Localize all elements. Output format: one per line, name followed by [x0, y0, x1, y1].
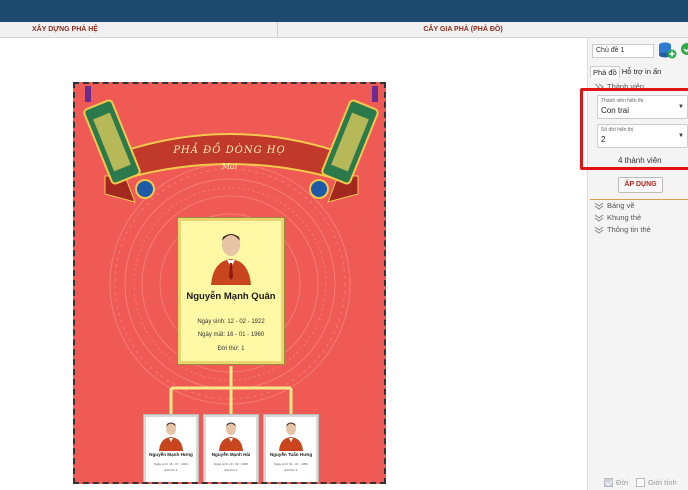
- database-add-icon[interactable]: [657, 41, 677, 59]
- person-avatar-icon: [159, 422, 183, 451]
- section-card-frame[interactable]: Khung thẻ: [594, 213, 641, 222]
- chevron-double-icon: [594, 202, 604, 210]
- chevron-double-icon: [594, 214, 604, 222]
- child-birth: Ngày sinh: 01 - 01 - 1950: [274, 462, 308, 466]
- person-avatar-icon: [205, 227, 257, 285]
- section-card-info-label: Thông tin thẻ: [607, 225, 651, 234]
- family-tree-poster[interactable]: PHẢ ĐỒ DÒNG HỌ Mai Nguyễn Mạnh Quân Ngày…: [73, 82, 386, 484]
- main-tabs: XÂY DỰNG PHẢ HỆ CÂY GIA PHẢ (PHẢ ĐỒ): [0, 22, 688, 38]
- root-member-name: Nguyễn Mạnh Quân: [186, 291, 276, 302]
- member-display-value: Con trai: [601, 106, 630, 115]
- child-generation: Đời thứ 2: [224, 468, 238, 472]
- child-card[interactable]: Nguyễn Mạnh Hưng Ngày sinh: 16 - 07 - 19…: [143, 414, 199, 482]
- generation-display-label: Số đời hiển thị: [601, 127, 634, 133]
- child-name: Nguyễn Mạnh Hưng: [149, 452, 193, 457]
- panel-footer: Đời Giới tính: [604, 478, 677, 487]
- section-canvas-label: Bảng vẽ: [607, 201, 635, 210]
- root-member-card[interactable]: Nguyễn Mạnh Quân Ngày sinh: 12 - 02 - 19…: [177, 217, 285, 365]
- top-bar: [0, 0, 688, 22]
- person-avatar-icon: [219, 422, 243, 451]
- poster-title: PHẢ ĐỒ DÒNG HỌ: [173, 145, 286, 156]
- person-avatar-icon: [279, 422, 303, 451]
- tab-family-tree[interactable]: CÂY GIA PHẢ (PHẢ ĐỒ): [278, 22, 688, 37]
- child-name: Nguyễn Mạnh Hải: [211, 452, 251, 457]
- checkbox-icon[interactable]: [604, 478, 613, 487]
- drawing-canvas: PHẢ ĐỒ DÒNG HỌ Mai Nguyễn Mạnh Quân Ngày…: [0, 38, 587, 490]
- section-canvas[interactable]: Bảng vẽ: [594, 201, 635, 210]
- settings-panel: Chủ đề 1 Phả đồ Hỗ trợ in ấn Thành viên …: [580, 38, 688, 490]
- add-circle-icon[interactable]: [680, 42, 688, 56]
- section-card-frame-label: Khung thẻ: [607, 213, 642, 222]
- panel-tabs: Phả đồ Hỗ trợ in ấn: [590, 66, 663, 78]
- poster-subtitle: Mai: [221, 162, 238, 171]
- chevron-double-icon: [594, 226, 604, 234]
- footer-gender-label: Giới tính: [648, 478, 677, 487]
- root-death-date: Ngày mất: 16 - 01 - 1960: [197, 332, 265, 338]
- section-card-info[interactable]: Thông tin thẻ: [594, 225, 651, 234]
- generation-display-select[interactable]: Số đời hiển thị 2 ▼: [597, 124, 688, 148]
- divider: [590, 199, 688, 200]
- tab-build-genealogy[interactable]: XÂY DỰNG PHẢ HỆ: [0, 22, 278, 37]
- child-birth: Ngày sinh: 23 - 02 - 1948: [214, 462, 248, 466]
- child-card[interactable]: Nguyễn Mạnh Hải Ngày sinh: 23 - 02 - 194…: [203, 414, 259, 482]
- dropdown-caret-icon: ▼: [678, 104, 684, 110]
- child-generation: Đời thứ 2: [164, 468, 178, 472]
- child-birth: Ngày sinh: 16 - 07 - 1944: [154, 462, 188, 466]
- member-display-label: Thành viên hiển thị: [601, 98, 644, 104]
- child-name: Nguyễn Tuấn Hưng: [269, 452, 313, 457]
- tab-pha-do[interactable]: Phả đồ: [590, 66, 620, 78]
- apply-button[interactable]: ÁP DỤNG: [618, 177, 663, 193]
- dropdown-caret-icon: ▼: [678, 133, 684, 139]
- member-display-select[interactable]: Thành viên hiển thị Con trai ▼: [597, 95, 688, 119]
- child-card[interactable]: Nguyễn Tuấn Hưng Ngày sinh: 01 - 01 - 19…: [263, 414, 319, 482]
- topic-select[interactable]: Chủ đề 1: [592, 44, 654, 58]
- root-birth-date: Ngày sinh: 12 - 02 - 1922: [197, 319, 265, 325]
- right-scroll: [309, 86, 379, 199]
- generation-display-value: 2: [601, 135, 606, 144]
- footer-gen-label: Đời: [616, 478, 629, 487]
- left-scroll: [83, 86, 155, 199]
- tab-print-support[interactable]: Hỗ trợ in ấn: [620, 66, 664, 78]
- root-generation: Đời thứ: 1: [217, 346, 245, 352]
- child-generation: Đời thứ 2: [284, 468, 298, 472]
- checkbox-icon[interactable]: [636, 478, 646, 487]
- member-count: 4 thành viên: [618, 156, 662, 165]
